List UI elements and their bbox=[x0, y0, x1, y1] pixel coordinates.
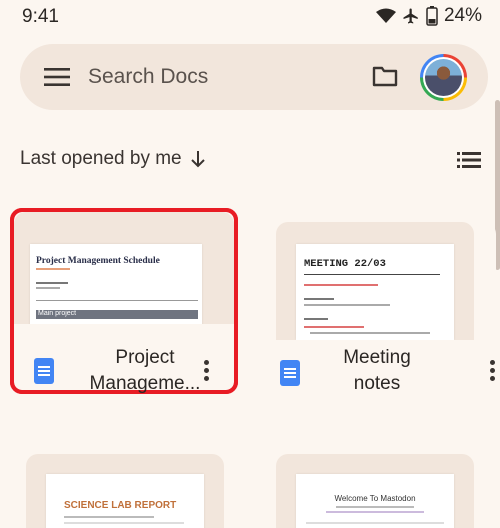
thumb-heading: Project Management Schedule bbox=[36, 256, 160, 266]
search-bar[interactable]: Search Docs bbox=[20, 44, 488, 110]
list-view-icon[interactable] bbox=[457, 152, 481, 168]
google-docs-icon bbox=[280, 360, 300, 386]
google-docs-icon bbox=[34, 358, 54, 384]
more-options-icon[interactable] bbox=[204, 360, 210, 382]
thumb-heading: SCIENCE LAB REPORT bbox=[64, 500, 177, 511]
doc-thumbnail[interactable]: Project Management Schedule Main project bbox=[14, 212, 234, 324]
doc-thumbnail[interactable]: Welcome To Mastodon bbox=[276, 454, 474, 528]
account-avatar[interactable] bbox=[420, 54, 467, 101]
folder-icon[interactable] bbox=[372, 65, 398, 87]
doc-card-science-lab-report[interactable]: SCIENCE LAB REPORT bbox=[26, 454, 246, 528]
wifi-icon bbox=[375, 8, 396, 23]
airplane-mode-icon bbox=[403, 8, 418, 24]
status-bar: 9:41 24% bbox=[0, 0, 500, 34]
battery-icon bbox=[426, 6, 438, 26]
sort-control[interactable]: Last opened by me bbox=[20, 148, 206, 170]
menu-icon[interactable] bbox=[44, 67, 70, 87]
thumb-row: Main project bbox=[38, 310, 77, 317]
thumb-heading: MEETING 22/03 bbox=[304, 258, 386, 270]
doc-thumbnail[interactable]: MEETING 22/03 bbox=[276, 222, 474, 340]
status-time: 9:41 bbox=[22, 6, 59, 27]
doc-title[interactable]: Project Manageme... bbox=[70, 345, 220, 397]
search-input[interactable]: Search Docs bbox=[88, 65, 208, 89]
thumb-heading: Welcome To Mastodon bbox=[334, 494, 416, 503]
doc-card-meeting-notes[interactable]: MEETING 22/03 Meeting notes bbox=[276, 222, 496, 400]
more-options-icon[interactable] bbox=[490, 360, 496, 382]
battery-percentage: 24% bbox=[443, 5, 482, 26]
doc-thumbnail[interactable]: SCIENCE LAB REPORT bbox=[26, 454, 224, 528]
doc-card-project-management[interactable]: Project Management Schedule Main project… bbox=[10, 208, 238, 394]
sort-label[interactable]: Last opened by me bbox=[20, 148, 182, 170]
doc-title[interactable]: Meeting notes bbox=[302, 345, 452, 397]
arrow-down-icon bbox=[190, 151, 205, 168]
doc-card-welcome-mastodon[interactable]: Welcome To Mastodon bbox=[276, 454, 496, 528]
